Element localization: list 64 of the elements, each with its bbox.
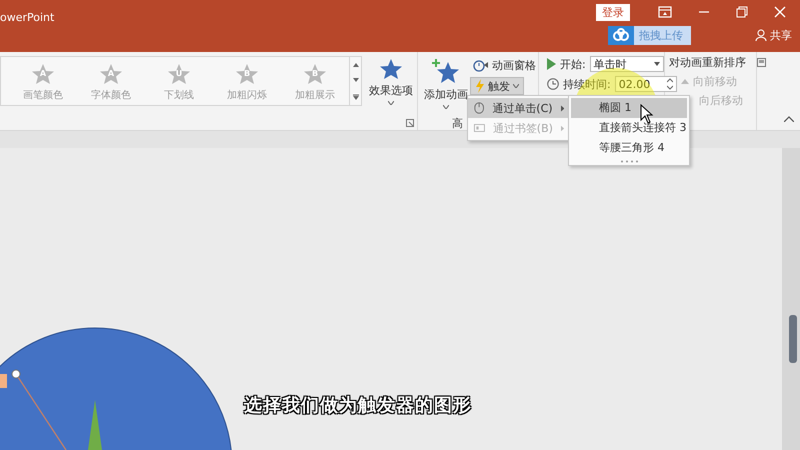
animation-option[interactable]: B 加粗闪烁 [217,57,277,105]
animation-option[interactable]: A 字体颜色 [81,57,141,105]
up-icon [352,62,358,68]
start-dropdown[interactable]: 单击时 [590,56,664,72]
login-button[interactable]: 登录 [596,4,630,20]
menu-item[interactable]: 椭圆 1 [571,98,687,118]
caret-icon [388,101,394,105]
star-icon [303,63,327,85]
mouse-icon [474,101,484,115]
star-letter: A [40,69,46,78]
menu-item[interactable]: 直接箭头连接符 3 [571,118,687,138]
add-animation-button[interactable]: 添加动画 [422,56,470,111]
animation-option[interactable]: U 下划线 [149,57,209,105]
star-icon [235,63,259,85]
close-icon [774,6,786,18]
menu-item[interactable]: 通过单击(C) [468,98,570,118]
start-label: 开始: [560,56,586,72]
pin-icon [757,58,766,67]
clock-icon [547,78,559,90]
subtitle-caption: 选择我们做为触发器的图形 [244,394,472,417]
gallery-scrollbar[interactable] [349,56,362,106]
play-icon [547,58,556,70]
share-button[interactable]: 共享 [755,28,792,42]
caret-icon [513,84,519,88]
star-plus-icon [431,58,461,84]
resize-grip-icon [620,160,638,163]
star-letter: B [312,69,318,78]
star-letter: U [176,69,182,78]
scrollbar-thumb[interactable] [789,315,797,363]
star-icon [31,63,55,85]
menu-item[interactable]: 等腰三角形 4 [571,138,687,158]
duration-label: 持续时间: [563,76,611,92]
caret-up-icon [784,116,794,122]
star-letter: A [108,69,114,78]
mouse-pointer-icon [640,104,654,124]
window-title: owerPoint [0,11,54,24]
star-icon [379,58,403,80]
lightning-icon [475,79,485,93]
restore-icon [736,6,748,18]
dialog-launcher-icon [406,119,414,127]
reorder-title: 对动画重新排序 [669,55,746,70]
animation-pane-button[interactable]: 动画窗格 [470,56,539,74]
trigger-button[interactable]: 触发 [470,77,524,95]
group-label: 高 [452,116,463,130]
effect-options-button[interactable]: 效果选项 [365,56,417,107]
caret-icon [443,105,449,109]
cloud-icon [612,28,630,42]
caret-icon [654,62,660,66]
duration-spinner[interactable]: 02.00 [614,76,677,92]
animation-option[interactable]: A 画笔颜色 [13,57,73,105]
person-icon [755,29,767,41]
star-letter: B [244,69,250,78]
bookmark-icon [474,123,485,133]
submenu-arrow-icon [560,104,564,112]
spin-arrows-icon [666,78,673,90]
down-icon [352,78,358,83]
more-icon [352,94,358,100]
submenu-arrow-icon [560,124,564,132]
triangle-up-icon [681,79,689,84]
animation-option[interactable]: B 加粗展示 [285,57,345,105]
star-icon [167,63,191,85]
stopwatch-icon [473,58,489,72]
star-icon [99,63,123,85]
ribbon-display-icon [658,6,672,18]
